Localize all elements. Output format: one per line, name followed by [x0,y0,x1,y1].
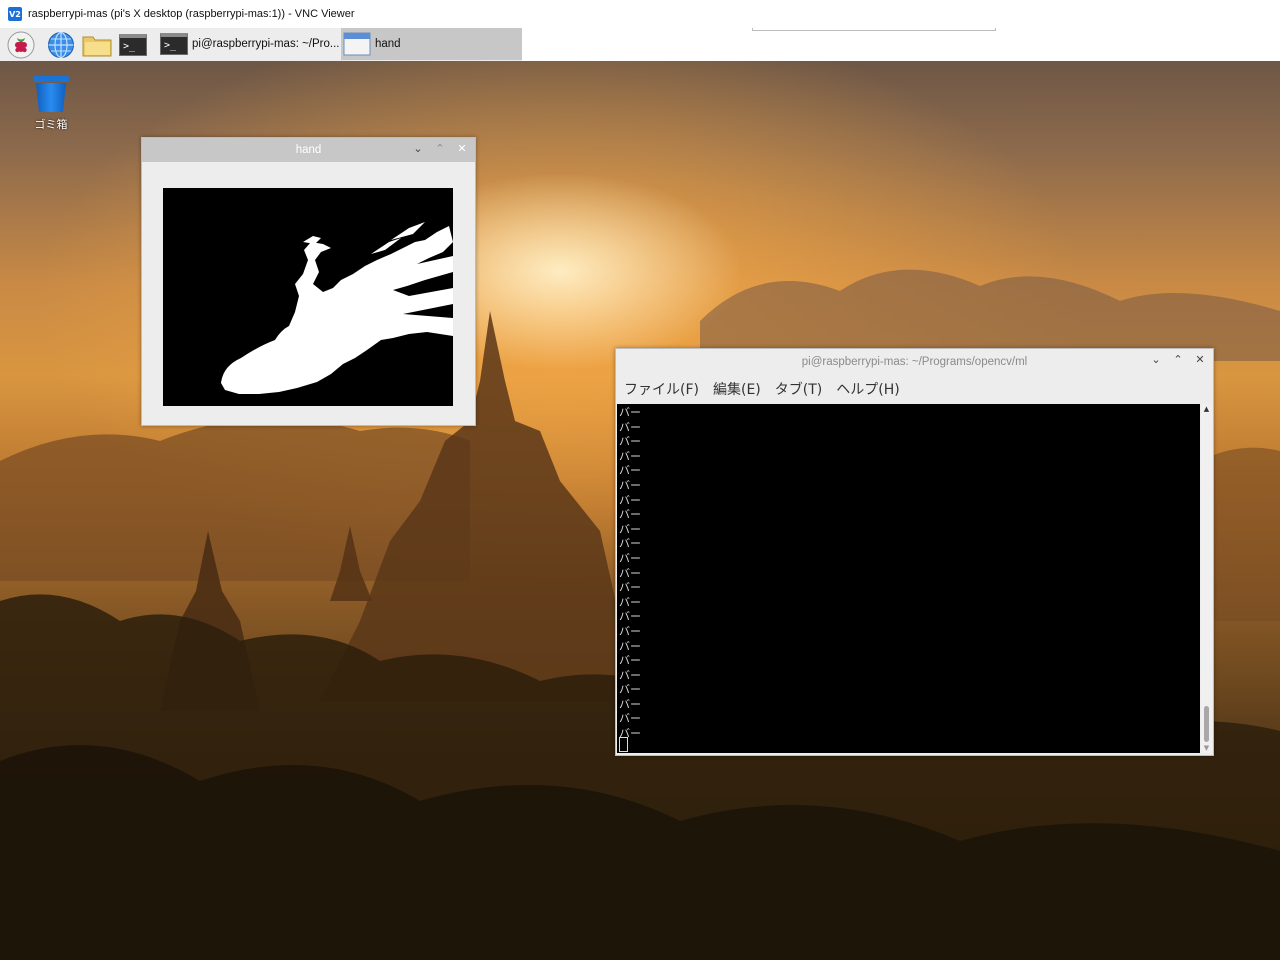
terminal-menu-bar: ファイル(F) 編集(E) タブ(T) ヘルプ(H) [616,375,1213,403]
terminal-line: バー [619,537,641,551]
vnc-logo-icon: V2 [8,7,22,21]
terminal-line: バー [619,478,641,492]
minimize-button[interactable]: ⌄ [411,142,425,156]
terminal-line: バー [619,508,641,522]
trash-label: ゴミ箱 [34,118,68,131]
task-label: pi@raspberrypi-mas: ~/Pro... [192,38,340,50]
hand-mask-shape [163,188,453,406]
hand-window: hand ⌄ ⌃ ✕ [141,137,476,426]
vnc-toolbar-handle[interactable] [752,28,996,31]
terminal-line: バー [619,551,641,565]
terminal-cursor [619,737,628,752]
menu-edit[interactable]: 編集(E) [713,379,761,399]
terminal-lines: バー バー バー バー バー バー バー バー バー バー バー バー バー バー バー バー バー バー バー バー… [617,404,1200,742]
window-icon [343,32,371,56]
terminal-line: バー [619,712,641,726]
scroll-up-icon[interactable]: ▲ [1201,404,1212,414]
terminal-window: pi@raspberrypi-mas: ~/Programs/opencv/ml… [615,348,1214,756]
menu-help[interactable]: ヘルプ(H) [836,379,899,399]
maximize-button[interactable]: ⌃ [1171,353,1185,367]
terminal-output[interactable]: バー バー バー バー バー バー バー バー バー バー バー バー バー バー バー バー バー バー バー バー… [617,404,1200,753]
trash-icon [33,76,69,112]
close-button[interactable]: ✕ [455,142,469,156]
scrollbar-thumb[interactable] [1204,706,1209,742]
taskbar: >_ >_ pi@raspberrypi-mas: ~/Pro... hand [0,28,1280,62]
terminal-line: バー [619,697,641,711]
hand-window-titlebar[interactable]: hand ⌄ ⌃ ✕ [142,138,475,162]
terminal-line: バー [619,639,641,653]
terminal-line: バー [619,654,641,668]
terminal-line: バー [619,420,641,434]
terminal-line: バー [619,406,641,419]
task-button-hand[interactable]: hand [341,28,522,60]
terminal-line: バー [619,668,641,682]
terminal-line: バー [619,624,641,638]
menu-file[interactable]: ファイル(F) [624,379,699,399]
taskbar-empty-area [522,28,1280,61]
web-browser-icon[interactable] [46,30,76,60]
terminal-line: バー [619,610,641,624]
terminal-scrollbar[interactable]: ▲ ▼ [1201,404,1212,753]
terminal-line: バー [619,683,641,697]
menu-tabs[interactable]: タブ(T) [775,379,822,399]
terminal-titlebar[interactable]: pi@raspberrypi-mas: ~/Programs/opencv/ml… [616,349,1213,375]
terminal-line: バー [619,493,641,507]
terminal-line: バー [619,581,641,595]
terminal-line: バー [619,435,641,449]
terminal-line: バー [619,449,641,463]
vnc-titlebar[interactable]: V2 raspberrypi-mas (pi's X desktop (rasp… [0,0,1280,29]
scroll-down-icon[interactable]: ▼ [1201,743,1212,753]
terminal-line: バー [619,464,641,478]
hand-window-title: hand [295,144,322,156]
vnc-window-title: raspberrypi-mas (pi's X desktop (raspber… [28,8,355,20]
close-button[interactable]: ✕ [1193,353,1207,367]
file-manager-icon[interactable] [82,30,112,60]
raspberry-menu-icon[interactable] [6,30,36,60]
terminal-line: バー [619,522,641,536]
terminal-line: バー [619,595,641,609]
terminal-line: バー [619,566,641,580]
task-button-terminal[interactable]: >_ pi@raspberrypi-mas: ~/Pro... [158,28,340,60]
terminal-line: バー [619,727,641,741]
terminal-launcher-icon[interactable]: >_ [118,30,148,60]
trash-desktop-icon[interactable]: ゴミ箱 [24,76,78,132]
terminal-icon: >_ [160,33,188,55]
terminal-title: pi@raspberrypi-mas: ~/Programs/opencv/ml [801,356,1028,368]
maximize-button[interactable]: ⌃ [433,142,447,156]
minimize-button[interactable]: ⌄ [1149,353,1163,367]
screen: V2 raspberrypi-mas (pi's X desktop (rasp… [0,0,1280,960]
task-label: hand [375,38,401,50]
hand-mask-image [163,188,453,406]
